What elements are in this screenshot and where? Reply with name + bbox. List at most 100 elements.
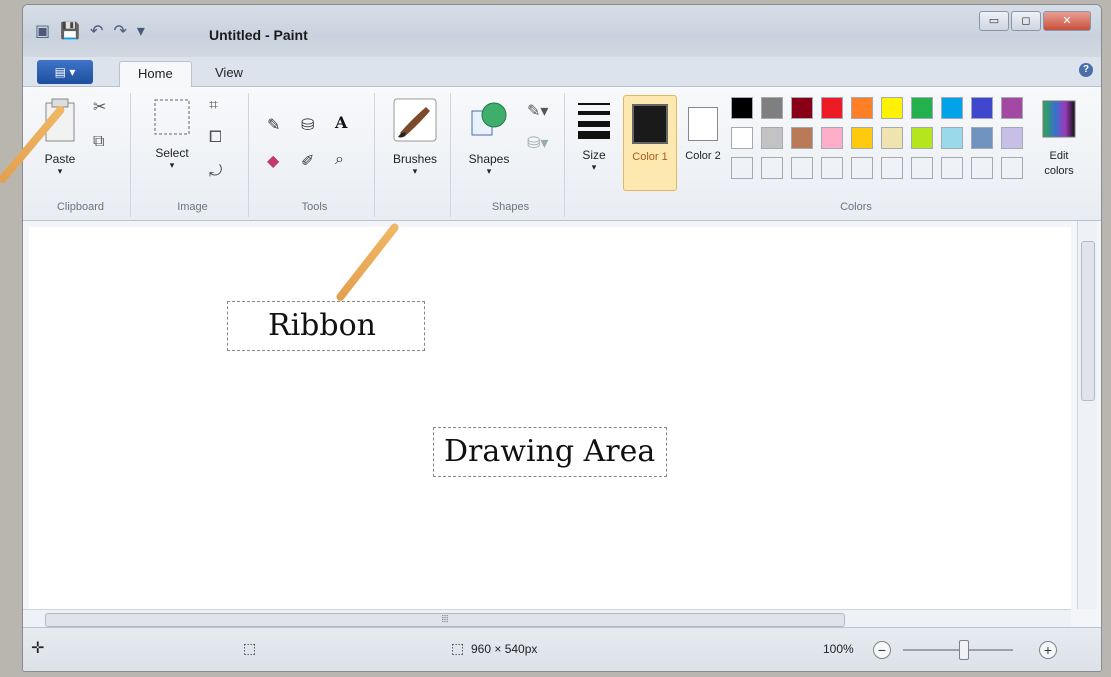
image-dimensions: 960 × 540px xyxy=(471,642,538,656)
edit-colors-button[interactable]: Edit colors xyxy=(1035,99,1083,178)
palette-swatch[interactable] xyxy=(791,97,813,119)
resize-icon[interactable]: ⧠ xyxy=(209,129,222,147)
image-group: Select ▾ ⌗ ⧠ ⤾ Image xyxy=(137,93,249,217)
clipboard-group-label: Clipboard xyxy=(56,201,105,213)
horizontal-scroll-thumb[interactable]: ⦙⦙⦙ xyxy=(45,613,845,627)
text-icon[interactable]: A xyxy=(335,113,347,132)
palette-swatch[interactable] xyxy=(881,127,903,149)
colors-group: Color 1 Color 2 Edit colors Colors xyxy=(621,93,1091,217)
vertical-scrollbar[interactable] xyxy=(1077,221,1097,609)
palette-swatch[interactable] xyxy=(791,127,813,149)
quick-access-toolbar: ▣ 💾 ↶ ↷ ▾ xyxy=(35,21,145,41)
palette-swatch[interactable] xyxy=(911,97,933,119)
size-button[interactable]: Size ▾ xyxy=(573,99,615,173)
tab-view[interactable]: View xyxy=(197,61,261,87)
move-icon: ✛ xyxy=(31,640,45,657)
pencil-icon[interactable]: ✎ xyxy=(267,115,280,135)
custom-color-slot[interactable] xyxy=(911,157,933,179)
palette-swatch[interactable] xyxy=(881,97,903,119)
custom-color-slot[interactable] xyxy=(941,157,963,179)
zoom-slider-knob[interactable] xyxy=(959,640,969,660)
cut-icon[interactable]: ✂ xyxy=(93,97,106,117)
palette-swatch[interactable] xyxy=(731,127,753,149)
redo-icon[interactable]: ↷ xyxy=(113,21,126,41)
color2-swatch xyxy=(688,107,718,141)
custom-color-slot[interactable] xyxy=(821,157,843,179)
palette-swatch[interactable] xyxy=(971,127,993,149)
magnifier-icon[interactable]: ⌕ xyxy=(335,151,344,169)
crop-icon[interactable]: ⌗ xyxy=(209,97,218,115)
color1-swatch xyxy=(632,104,668,144)
palette-swatch[interactable] xyxy=(761,127,783,149)
palette-swatch[interactable] xyxy=(1001,97,1023,119)
outline-icon[interactable]: ✎▾ xyxy=(527,101,548,121)
horizontal-scrollbar[interactable]: ⦙⦙⦙ xyxy=(23,609,1071,629)
custom-color-slot[interactable] xyxy=(731,157,753,179)
selection-size-icon: ⬚ xyxy=(243,640,257,656)
custom-color-slot[interactable] xyxy=(1001,157,1023,179)
custom-color-slot[interactable] xyxy=(761,157,783,179)
size-group: Size ▾ xyxy=(569,93,619,217)
undo-icon[interactable]: ↶ xyxy=(90,21,103,41)
color-picker-icon[interactable]: ✐ xyxy=(301,151,314,171)
shapes-button[interactable]: Shapes ▾ xyxy=(461,97,517,177)
tools-group-label: Tools xyxy=(301,201,328,213)
palette-swatch[interactable] xyxy=(941,127,963,149)
brushes-button[interactable]: Brushes ▾ xyxy=(385,97,445,177)
help-icon[interactable]: ? xyxy=(1079,63,1093,77)
edit-colors-icon xyxy=(1042,100,1076,138)
copy-icon[interactable]: ⧉ xyxy=(93,133,104,151)
title-bar: ▣ 💾 ↶ ↷ ▾ Untitled - Paint ▭ ◻ ✕ xyxy=(23,5,1101,57)
select-button[interactable]: Select ▾ xyxy=(147,97,197,171)
rotate-icon[interactable]: ⤾ xyxy=(209,163,222,181)
zoom-slider-track[interactable] xyxy=(903,649,1013,651)
size-icon xyxy=(578,103,610,139)
ribbon-annotation: Ribbon xyxy=(227,301,425,351)
paint-menu-button[interactable]: ▤ ▾ xyxy=(37,60,93,84)
custom-color-slot[interactable] xyxy=(971,157,993,179)
custom-color-slot[interactable] xyxy=(791,157,813,179)
palette-swatch[interactable] xyxy=(821,127,843,149)
color1-label: Color 1 xyxy=(632,151,668,163)
color1-button[interactable]: Color 1 xyxy=(623,95,677,191)
select-label: Select xyxy=(155,146,189,160)
shapes-icon xyxy=(471,102,507,136)
palette-swatch[interactable] xyxy=(761,97,783,119)
drawing-area-annotation-text: Drawing Area xyxy=(444,434,656,469)
app-icon: ▣ xyxy=(35,23,51,40)
palette-swatch[interactable] xyxy=(971,97,993,119)
fill-icon[interactable]: ⛁ xyxy=(301,115,314,135)
minimize-button[interactable]: ▭ xyxy=(979,11,1009,31)
palette-swatch[interactable] xyxy=(821,97,843,119)
custom-color-slot[interactable] xyxy=(851,157,873,179)
customize-qat-icon[interactable]: ▾ xyxy=(137,21,145,41)
zoom-in-icon[interactable]: + xyxy=(1039,641,1057,659)
palette-swatch[interactable] xyxy=(731,97,753,119)
shapes-group-label: Shapes xyxy=(491,201,530,213)
drawing-area-annotation: Drawing Area xyxy=(433,427,667,477)
colors-group-label: Colors xyxy=(840,201,872,213)
custom-color-slot[interactable] xyxy=(881,157,903,179)
window-title: Untitled - Paint xyxy=(209,27,308,43)
eraser-icon[interactable]: ◆ xyxy=(267,151,279,171)
tab-home[interactable]: Home xyxy=(119,61,192,87)
palette-swatch[interactable] xyxy=(1001,127,1023,149)
palette-swatch[interactable] xyxy=(911,127,933,149)
fill-shape-icon[interactable]: ⛁▾ xyxy=(527,133,548,153)
color2-label: Color 2 xyxy=(685,150,721,162)
ribbon: Paste ▾ ✂ ⧉ Clipboard Select ▾ ⌗ ⧠ ⤾ Ima… xyxy=(23,87,1101,221)
save-icon[interactable]: 💾 xyxy=(60,21,80,41)
status-bar: ✛ ⬚ ⬚ 960 × 540px 100% − + xyxy=(23,627,1101,671)
close-button[interactable]: ✕ xyxy=(1043,11,1091,31)
palette-swatch[interactable] xyxy=(851,97,873,119)
palette-swatch[interactable] xyxy=(851,127,873,149)
ribbon-annotation-text: Ribbon xyxy=(268,308,376,343)
drawing-canvas[interactable]: Ribbon Drawing Area xyxy=(29,227,1071,609)
maximize-button[interactable]: ◻ xyxy=(1011,11,1041,31)
paint-window: ▣ 💾 ↶ ↷ ▾ Untitled - Paint ▭ ◻ ✕ ▤ ▾ Hom… xyxy=(22,4,1102,672)
image-group-label: Image xyxy=(177,201,208,213)
color2-button[interactable]: Color 2 xyxy=(681,95,725,163)
vertical-scroll-thumb[interactable] xyxy=(1081,241,1095,401)
zoom-out-icon[interactable]: − xyxy=(873,641,891,659)
palette-swatch[interactable] xyxy=(941,97,963,119)
